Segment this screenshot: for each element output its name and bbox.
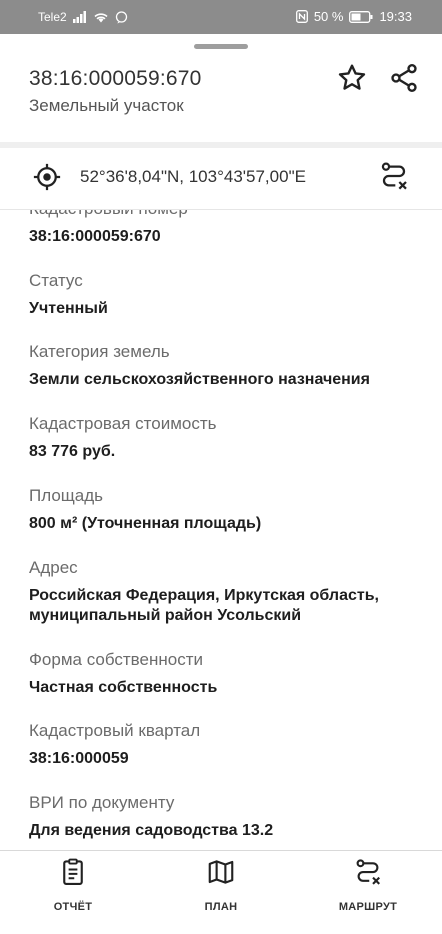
clock: 19:33 [379,9,412,24]
crosshair-icon [33,163,61,191]
share-button[interactable] [386,60,422,96]
map-icon [208,860,234,884]
field-cadastral-value: Кадастровая стоимость 83 776 руб. [29,413,424,462]
details-list[interactable]: Кадастровый номер 38:16:000059:670 Стату… [0,210,442,850]
field-value: Российская Федерация, Иркутская область,… [29,587,379,624]
page-title: 38:16:000059:670 [29,67,202,90]
field-label: Кадастровый номер [29,210,424,220]
field-label: Кадастровая стоимость [29,414,217,433]
battery-percent: 50 % [313,9,344,24]
field-label: Адрес [29,558,78,577]
nfc-icon [295,10,308,23]
field-value: Для ведения садоводства 13.2 [29,822,274,839]
field-area: Площадь 800 м² (Уточненная площадь) [29,485,424,534]
route-icon [381,162,407,190]
nav-report[interactable]: ОТЧЁТ [18,857,128,913]
field-ownership: Форма собственности Частная собственност… [29,649,424,698]
field-value: Учтенный [29,300,108,317]
field-label: Статус [29,271,83,290]
field-cadastral-number: Кадастровый номер 38:16:000059:670 [29,210,424,247]
field-value: 38:16:000059 [29,750,129,767]
wifi-icon [93,11,109,23]
page-subtitle: Земельный участок [29,96,184,115]
nav-route[interactable]: МАРШРУТ [313,857,423,913]
carrier-label: Tele2 [38,10,67,24]
nav-label: ПЛАН [204,901,238,913]
field-value: 83 776 руб. [29,443,116,460]
field-cadastral-quarter: Кадастровый квартал 38:16:000059 [29,720,424,769]
star-icon [338,64,366,90]
field-value: Земли сельскохозяйственного назначения [29,371,370,388]
coordinates-text[interactable]: 52°36'8,04"N, 103°43'57,00"E [80,167,306,187]
field-label: Форма собственности [29,650,203,669]
locate-button[interactable] [32,162,62,192]
field-status: Статус Учтенный [29,270,424,319]
field-value: 800 м² (Уточненная площадь) [29,515,262,532]
battery-icon [349,10,373,23]
bottom-nav: ОТЧЁТ ПЛАН МАРШРУТ [0,850,442,934]
share-icon [391,64,417,92]
field-address: Адрес Российская Федерация, Иркутская об… [29,557,424,626]
signal-icon [72,11,87,23]
status-bar: Tele2 50 % 19:33 [0,0,442,34]
coordinates-bar: 52°36'8,04"N, 103°43'57,00"E [0,142,442,210]
field-land-category: Категория земель Земли сельскохозяйствен… [29,341,424,390]
viber-icon [115,10,128,24]
field-label: ВРИ по документу [29,793,175,812]
field-permitted-use: ВРИ по документу Для ведения садоводства… [29,792,424,841]
nav-label: МАРШРУТ [338,901,398,913]
field-value: 38:16:000059:670 [29,228,161,245]
field-value: Частная собственность [29,679,218,696]
nav-plan[interactable]: ПЛАН [166,857,276,913]
sheet-drag-handle[interactable] [194,44,248,49]
nav-label: ОТЧЁТ [53,901,93,913]
field-label: Кадастровый квартал [29,721,201,740]
favorite-button[interactable] [334,60,370,96]
bottom-sheet: 38:16:000059:670 Земельный участок 52°36… [0,34,442,934]
field-label: Категория земель [29,342,170,361]
field-label: Площадь [29,486,104,505]
report-icon [63,858,83,885]
route-button[interactable] [378,160,410,192]
route-icon [356,859,381,885]
